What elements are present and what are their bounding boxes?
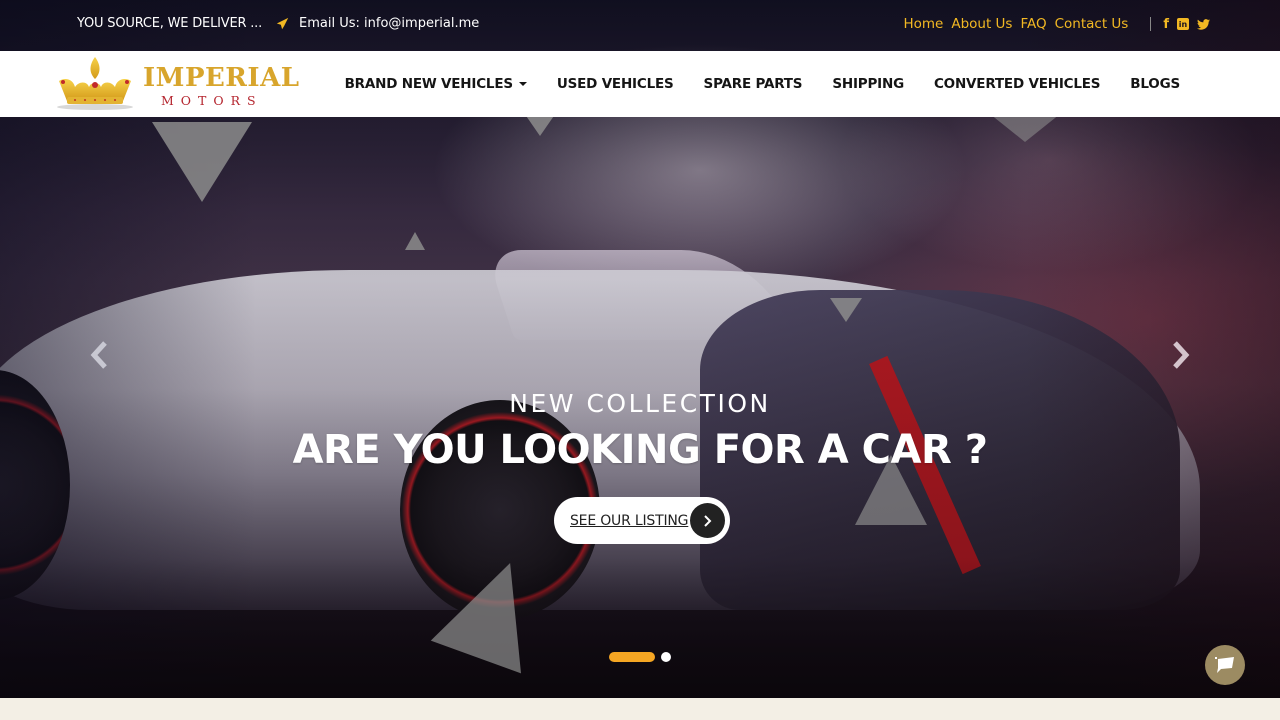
nav-item-label: BRAND NEW VEHICLES <box>344 76 513 92</box>
top-bar: YOU SOURCE, WE DELIVER ... Email Us: inf… <box>0 0 1280 51</box>
main-navbar: IMPERIAL MOTORS BRAND NEW VEHICLES USED … <box>0 51 1280 117</box>
top-link-home[interactable]: Home <box>903 16 943 32</box>
social-links: f in <box>1163 17 1210 32</box>
chevron-left-icon <box>90 341 107 369</box>
decorative-triangle <box>830 298 862 322</box>
twitter-icon[interactable] <box>1197 18 1210 30</box>
slider-dot[interactable] <box>661 652 671 662</box>
decorative-triangle <box>405 232 425 250</box>
email-label[interactable]: Email Us: info@imperial.me <box>299 16 479 31</box>
crown-icon <box>57 57 133 110</box>
site-logo[interactable]: IMPERIAL MOTORS <box>55 53 299 113</box>
top-bar-right: Home About Us FAQ Contact Us f in <box>895 16 1210 32</box>
decorative-triangle <box>152 122 252 202</box>
slider-next-button[interactable] <box>1164 338 1198 372</box>
linkedin-icon[interactable]: in <box>1177 18 1189 30</box>
facebook-icon[interactable]: f <box>1163 17 1169 32</box>
slider-dot-active[interactable] <box>609 652 655 662</box>
see-our-listing-button[interactable]: SEE OUR LISTING <box>554 497 730 544</box>
nav-item-label: USED VEHICLES <box>556 76 674 92</box>
cta-label: SEE OUR LISTING <box>570 512 689 529</box>
hero-subtitle: NEW COLLECTION <box>509 389 771 418</box>
chevron-right-icon <box>1173 341 1190 369</box>
chat-bubble-icon <box>1215 657 1234 673</box>
chat-button[interactable] <box>1205 645 1245 685</box>
nav-item-label: SPARE PARTS <box>703 76 803 92</box>
logo-word-imperial: IMPERIAL <box>143 63 300 93</box>
logo-word-motors: MOTORS <box>161 93 263 108</box>
main-menu: BRAND NEW VEHICLES USED VEHICLES SPARE P… <box>345 51 1181 117</box>
top-link-contact-us[interactable]: Contact Us <box>1055 16 1129 32</box>
nav-item-converted-vehicles[interactable]: CONVERTED VEHICLES <box>933 76 1101 92</box>
nav-item-spare-parts[interactable]: SPARE PARTS <box>704 76 803 92</box>
hero-title: ARE YOU LOOKING FOR A CAR ? <box>292 427 988 473</box>
nav-item-brand-new-vehicles[interactable]: BRAND NEW VEHICLES <box>345 76 527 92</box>
divider <box>1150 17 1152 31</box>
slider-prev-button[interactable] <box>82 338 116 372</box>
tagline: YOU SOURCE, WE DELIVER ... <box>77 16 263 31</box>
nav-item-used-vehicles[interactable]: USED VEHICLES <box>557 76 674 92</box>
top-link-about-us[interactable]: About Us <box>951 16 1012 32</box>
nav-item-shipping[interactable]: SHIPPING <box>832 76 904 92</box>
nav-item-label: CONVERTED VEHICLES <box>933 76 1101 92</box>
chevron-right-icon <box>703 514 711 527</box>
email-contact[interactable]: Email Us: info@imperial.me <box>276 16 479 31</box>
slider-indicators <box>609 652 671 662</box>
top-bar-left: YOU SOURCE, WE DELIVER ... Email Us: inf… <box>77 16 479 31</box>
nav-item-label: BLOGS <box>1130 76 1180 92</box>
caret-down-icon <box>518 82 527 86</box>
top-link-faq[interactable]: FAQ <box>1020 16 1046 32</box>
paper-plane-icon <box>276 17 289 30</box>
next-section-strip <box>0 698 1280 720</box>
nav-item-blogs[interactable]: BLOGS <box>1130 76 1180 92</box>
nav-item-label: SHIPPING <box>832 76 904 92</box>
cta-arrow <box>690 503 725 538</box>
